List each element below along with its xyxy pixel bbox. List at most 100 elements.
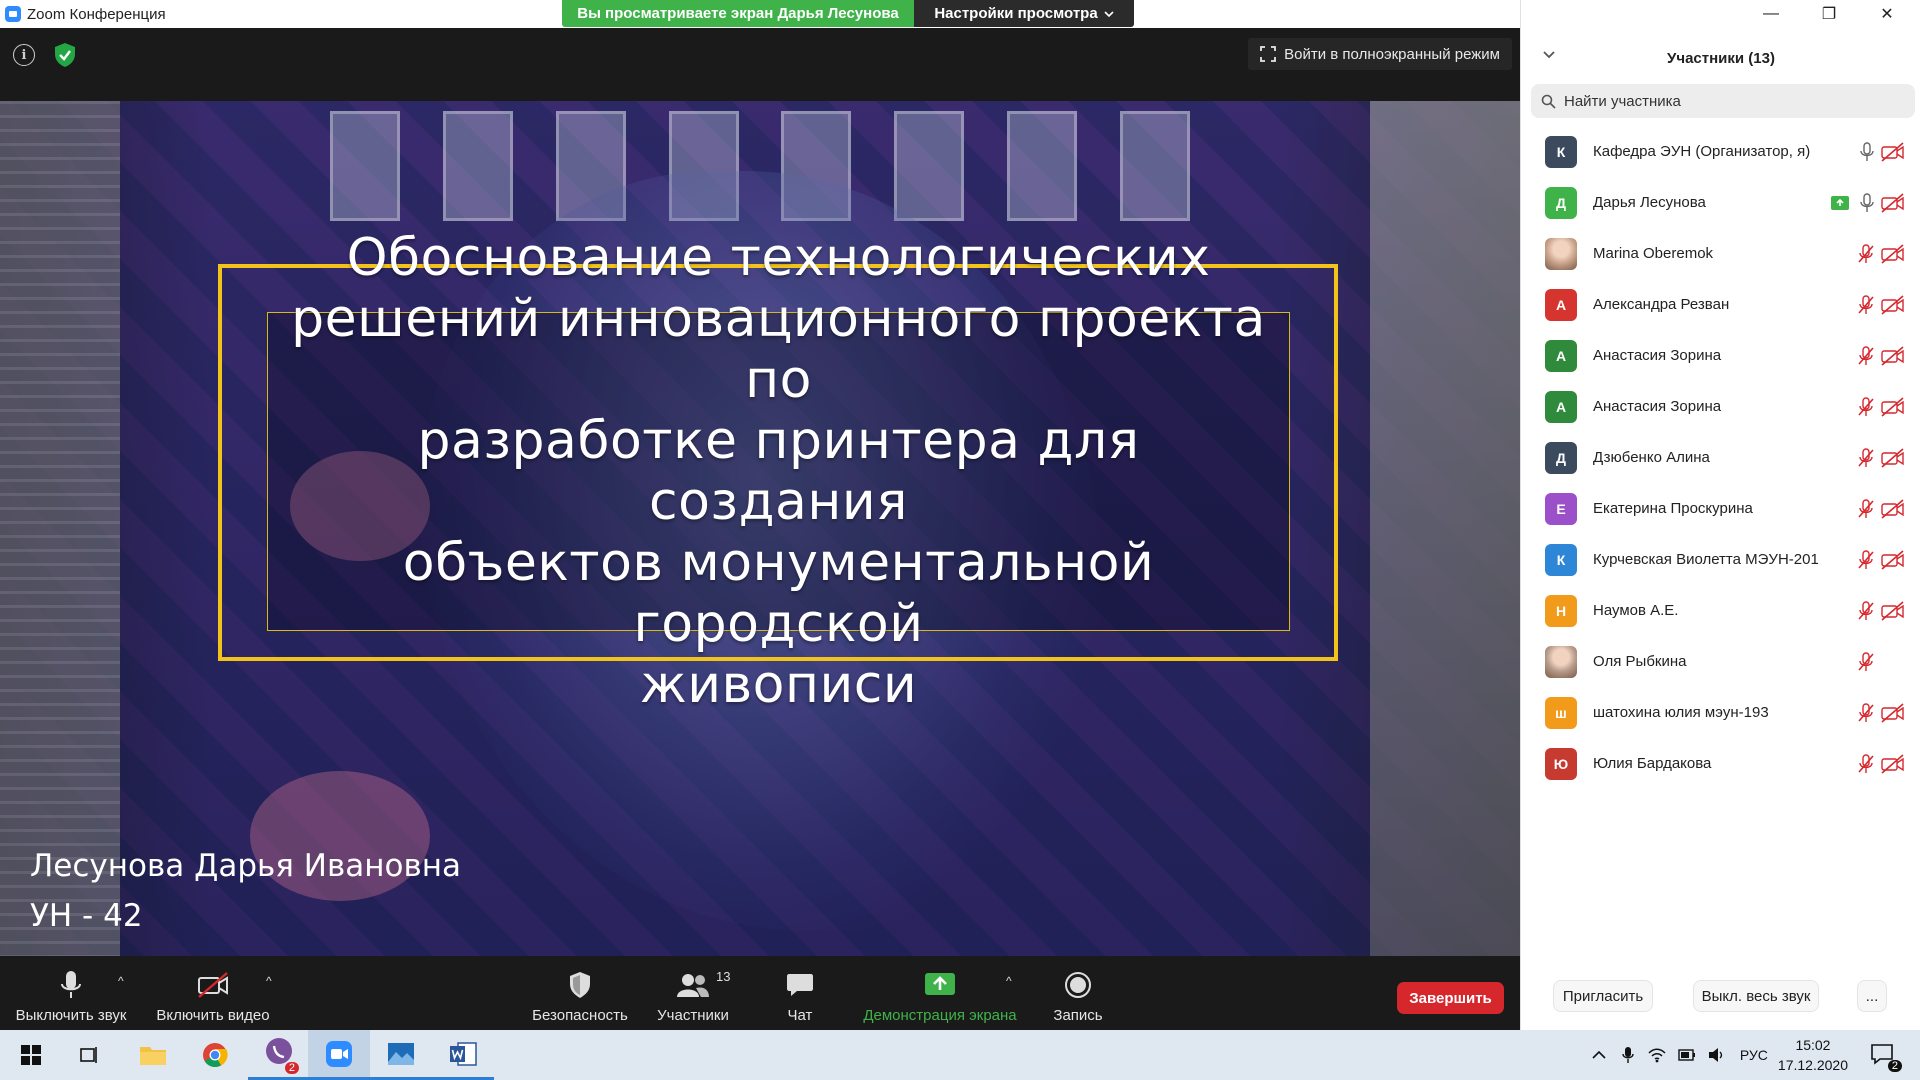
minimize-button[interactable]: — bbox=[1743, 0, 1799, 28]
avatar: Д bbox=[1545, 441, 1577, 474]
share-options-caret[interactable]: ^ bbox=[1006, 974, 1012, 988]
restore-button[interactable]: ❐ bbox=[1801, 0, 1857, 28]
more-options-button[interactable]: ... bbox=[1857, 980, 1887, 1012]
avatar: Д bbox=[1545, 186, 1577, 219]
microphone-icon bbox=[61, 971, 81, 998]
chat-button[interactable]: Чат bbox=[770, 958, 830, 1030]
microphone-icon bbox=[1860, 192, 1874, 212]
participant-row[interactable]: ш шатохина юлия мэун-193 bbox=[1521, 687, 1920, 738]
security-label: Безопасность bbox=[532, 1007, 628, 1024]
battery-icon[interactable] bbox=[1678, 1049, 1696, 1061]
participant-status-icons bbox=[1857, 381, 1905, 432]
video-off-icon bbox=[1881, 549, 1904, 570]
clock-date: 17.12.2020 bbox=[1777, 1057, 1848, 1073]
slide-title-line: решений инновационного проекта по bbox=[291, 288, 1266, 410]
participant-row[interactable]: А Анастасия Зорина bbox=[1521, 381, 1920, 432]
participant-status-icons bbox=[1857, 279, 1905, 330]
participants-panel: — ❐ ✕ Участники (13) К Кафедра ЭУН (Орган… bbox=[1520, 0, 1920, 1030]
participant-row[interactable]: Ю Юлия Бардакова bbox=[1521, 738, 1920, 789]
participant-row[interactable]: А Александра Резван bbox=[1521, 279, 1920, 330]
clock-time: 15:02 bbox=[1795, 1037, 1831, 1053]
participant-row[interactable]: Д Дзюбенко Алина bbox=[1521, 432, 1920, 483]
participant-row[interactable]: Marina Oberemok bbox=[1521, 228, 1920, 279]
viber-button[interactable]: 2 bbox=[248, 1030, 310, 1080]
microphone-muted-icon bbox=[1858, 294, 1874, 314]
video-off-icon bbox=[1881, 396, 1904, 417]
audio-options-caret[interactable]: ^ bbox=[118, 974, 124, 988]
participant-row[interactable]: Д Дарья Лесунова bbox=[1521, 177, 1920, 228]
zoom-icon bbox=[326, 1040, 352, 1067]
end-meeting-button[interactable]: Завершить bbox=[1397, 982, 1504, 1014]
video-button[interactable]: Включить видео bbox=[150, 958, 276, 1030]
clock[interactable]: 15:02 17.12.2020 bbox=[1778, 1035, 1848, 1075]
chrome-button[interactable] bbox=[184, 1030, 246, 1080]
participant-status-icons bbox=[1857, 738, 1905, 789]
photos-button[interactable] bbox=[370, 1030, 432, 1080]
mute-button[interactable]: Выключить звук bbox=[12, 958, 130, 1030]
avatar: К bbox=[1545, 135, 1577, 168]
word-button[interactable] bbox=[432, 1030, 494, 1080]
view-options-label: Настройки просмотра bbox=[934, 5, 1098, 22]
presenter-name: Лесунова Дарья Ивановна bbox=[30, 848, 462, 884]
participant-status-icons bbox=[1859, 126, 1905, 177]
slide-title-line: объектов монументальной городской bbox=[402, 532, 1155, 654]
video-off-icon bbox=[198, 972, 228, 998]
language-indicator[interactable]: РУС bbox=[1740, 1047, 1768, 1063]
participant-status-icons bbox=[1857, 330, 1905, 381]
task-view-icon bbox=[80, 1047, 97, 1063]
video-off-icon bbox=[1881, 243, 1904, 264]
close-button[interactable]: ✕ bbox=[1859, 0, 1915, 28]
slide-title-box: Обоснование технологических решений инно… bbox=[267, 228, 1290, 715]
participant-row[interactable]: А Анастасия Зорина bbox=[1521, 330, 1920, 381]
file-explorer-button[interactable] bbox=[122, 1030, 184, 1080]
participant-name: Дзюбенко Алина bbox=[1593, 449, 1710, 466]
microphone-muted-icon bbox=[1858, 345, 1874, 365]
participants-title: Участники (13) bbox=[1667, 49, 1775, 67]
slide-title: Обоснование технологических решений инно… bbox=[268, 228, 1289, 716]
participant-name: Marina Oberemok bbox=[1593, 245, 1714, 262]
participant-status-icons bbox=[1857, 687, 1905, 738]
share-screen-icon bbox=[925, 973, 955, 995]
participant-row[interactable]: К Курчевская Виолетта МЭУН-201 bbox=[1521, 534, 1920, 585]
fullscreen-button[interactable]: Войти в полноэкранный режим bbox=[1248, 38, 1512, 70]
mural-right-building bbox=[1370, 101, 1520, 956]
record-button[interactable]: Запись bbox=[1048, 958, 1108, 1030]
mute-all-button[interactable]: Выкл. весь звук bbox=[1693, 980, 1819, 1012]
volume-icon[interactable] bbox=[1708, 1047, 1726, 1063]
encryption-shield-icon[interactable] bbox=[53, 42, 77, 68]
participant-name: Оля Рыбкина bbox=[1593, 653, 1687, 670]
zoom-app-icon bbox=[5, 6, 21, 22]
chat-icon bbox=[787, 974, 813, 996]
wifi-icon[interactable] bbox=[1648, 1047, 1666, 1063]
video-options-caret[interactable]: ^ bbox=[266, 974, 272, 988]
meeting-info-icon[interactable]: i bbox=[13, 44, 35, 66]
fullscreen-label: Войти в полноэкранный режим bbox=[1284, 45, 1500, 63]
participant-row[interactable]: Н Наумов А.Е. bbox=[1521, 585, 1920, 636]
microphone-icon[interactable] bbox=[1622, 1046, 1634, 1064]
slide-title-line: живописи bbox=[639, 654, 918, 715]
avatar bbox=[1545, 645, 1577, 678]
search-input[interactable] bbox=[1564, 92, 1884, 110]
participants-list: К Кафедра ЭУН (Организатор, я) Д Дарья Лесу… bbox=[1521, 126, 1920, 789]
avatar: К bbox=[1545, 543, 1577, 576]
zoom-taskbar-button[interactable] bbox=[308, 1030, 370, 1080]
view-options-button[interactable]: Настройки просмотра bbox=[914, 0, 1134, 27]
notifications-button[interactable]: 2 bbox=[1870, 1043, 1902, 1072]
search-icon bbox=[1541, 94, 1556, 109]
invite-button[interactable]: Пригласить bbox=[1553, 980, 1653, 1012]
share-screen-button[interactable]: Демонстрация экрана bbox=[858, 958, 1022, 1030]
participant-row[interactable]: К Кафедра ЭУН (Организатор, я) bbox=[1521, 126, 1920, 177]
participant-row[interactable]: Оля Рыбкина bbox=[1521, 636, 1920, 687]
panel-footer: Пригласить Выкл. весь звук ... bbox=[1521, 980, 1920, 1014]
chevron-up-icon[interactable] bbox=[1592, 1050, 1606, 1060]
task-view-button[interactable] bbox=[58, 1030, 120, 1080]
shield-icon bbox=[570, 972, 590, 998]
participant-search[interactable] bbox=[1531, 84, 1915, 118]
participants-button[interactable]: 13 Участники bbox=[650, 958, 736, 1030]
avatar: А bbox=[1545, 390, 1577, 423]
start-button[interactable] bbox=[0, 1030, 62, 1080]
security-button[interactable]: Безопасность bbox=[530, 958, 630, 1030]
microphone-muted-icon bbox=[1858, 243, 1874, 263]
participant-row[interactable]: Е Екатерина Проскурина bbox=[1521, 483, 1920, 534]
microphone-muted-icon bbox=[1858, 549, 1874, 569]
